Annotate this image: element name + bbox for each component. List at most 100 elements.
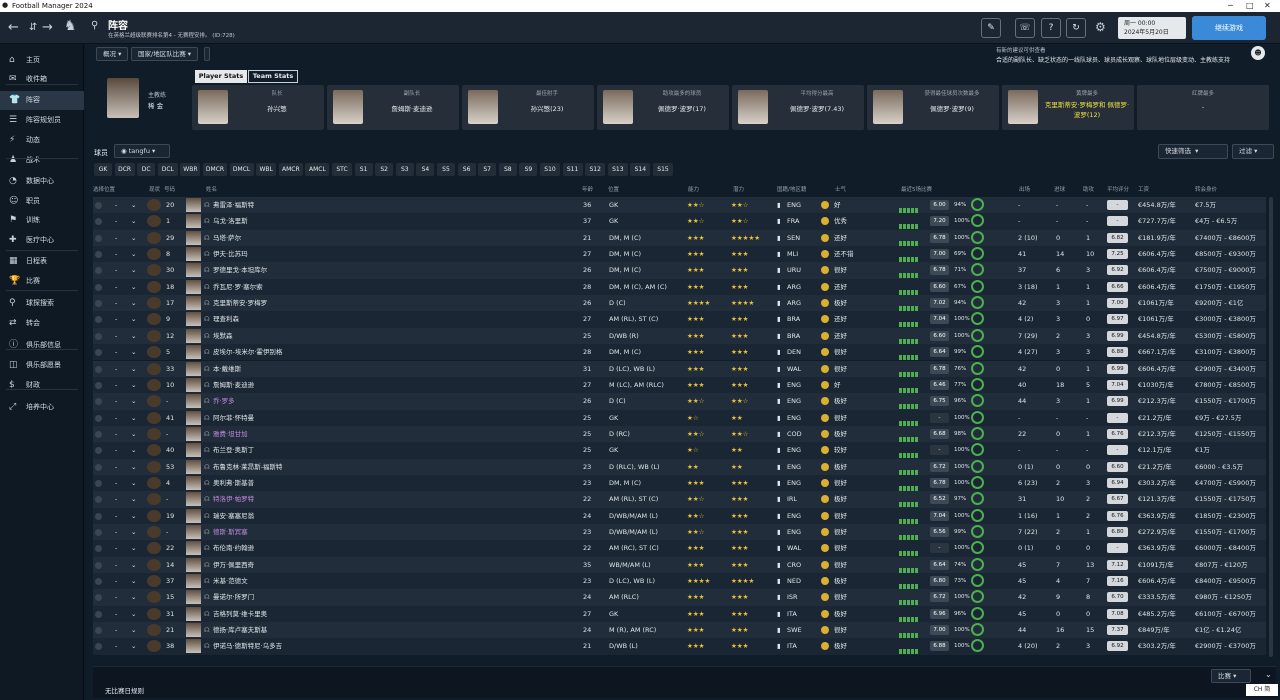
col-assists[interactable]: 助攻 [1083, 185, 1094, 193]
player-name[interactable]: 德扬·库卢塞夫斯基 [213, 622, 267, 638]
position-button-s11[interactable]: S11 [562, 163, 583, 176]
select-radio[interactable] [95, 496, 102, 504]
table-row[interactable]: - ⌄ 8 ☊ 伊夫·比苏玛 27 DM, M (C) ★★★ ★★★ ▮ MLI 还不错 7.00 69… [93, 246, 1266, 263]
table-row[interactable]: - ⌄ 40 ☊ 布兰登·奥斯丁 25 GK ★☆ ★★ ▮ ENG 较好 -100% - - - - €12.1… [93, 442, 1266, 459]
position-button-s9[interactable]: S9 [519, 163, 538, 176]
tab-team-stats[interactable]: Team Stats [248, 70, 298, 83]
position-button-s8[interactable]: S8 [498, 163, 517, 176]
minimize-icon[interactable]: ─ [1228, 1, 1233, 10]
filter-dropdown[interactable]: 过滤 ▾ [1232, 144, 1274, 159]
position-button-s3[interactable]: S3 [395, 163, 414, 176]
stat-card[interactable]: 助攻最多的球员 佩德罗·波罗(17) [597, 85, 729, 130]
stat-card[interactable]: 红牌最多 - [1137, 85, 1269, 130]
chevron-down-icon[interactable]: ⌄ [1265, 670, 1272, 679]
position-button-s12[interactable]: S12 [585, 163, 606, 176]
match-dropdown[interactable]: 比赛 ▾ [1211, 669, 1251, 683]
table-row[interactable]: - ⌄ 29 ☊ 马塔·萨尔 21 DM, M (C) ★★★ ★★★★★ ▮ SEN 还好 6.78 1… [93, 229, 1266, 247]
select-radio[interactable] [95, 578, 102, 586]
table-row[interactable]: - ⌄ 53 ☊ 布鲁克林·莱昂斯-福斯特 23 D (RLC), WB (L) ★★ ★★ ▮ E… [93, 458, 1266, 475]
chevron-down-icon[interactable]: ⌄ [131, 589, 136, 605]
col-age[interactable]: 年龄 [582, 185, 593, 193]
player-name[interactable]: 皮埃尔-埃米尔·霍伊别格 [213, 344, 282, 360]
select-radio[interactable] [95, 365, 102, 373]
table-row[interactable]: - ⌄ 33 ☊ 本·戴维斯 31 D (LC), WB (L) ★★★ ★★★ ▮ WAL 很好 6.… [93, 360, 1266, 377]
table-row[interactable]: - ⌄ 20 ☊ 弗雷泽·福斯特 36 GK ★★☆ ★★☆ ▮ ENG 好 6.00 94% - - - - €4… [93, 197, 1266, 214]
sidebar-item-1[interactable]: ✉ 收件箱 [0, 70, 84, 89]
continue-button[interactable]: 继续游戏 [1192, 16, 1266, 40]
col-morale[interactable]: 士气 [835, 185, 846, 193]
chevron-down-icon[interactable]: ⌄ [131, 524, 136, 540]
col-pa[interactable]: 潜力 [733, 185, 744, 193]
player-name[interactable]: 弗雷泽·福斯特 [213, 197, 254, 213]
table-row[interactable]: - ⌄ 1 ☊ 乌戈·洛里斯 37 GK ★★☆ ★★☆ ▮ FRA 优秀 7.20 100% - - - - €7… [93, 213, 1266, 230]
table-row[interactable]: - ⌄ - ☊ 德斯·斯宾塞 23 D/WB/M/AM (L) ★★☆ ★★★ ▮ ENG 很好 6.5… [93, 524, 1266, 541]
player-name[interactable]: 克里斯蒂安·罗梅罗 [213, 295, 267, 311]
stat-card[interactable]: 最佳射手 孙兴慜(23) [462, 85, 594, 130]
select-radio[interactable] [95, 414, 102, 422]
chevron-down-icon[interactable]: ⌄ [131, 262, 136, 278]
chevron-down-icon[interactable]: ⌄ [131, 573, 136, 589]
player-name[interactable]: 伊夫·比苏玛 [213, 246, 248, 262]
table-row[interactable]: - ⌄ 17 ☊ 克里斯蒂安·罗梅罗 26 D (C) ★★★★ ★★★★ ▮ ARG 极好 7.02 9… [93, 295, 1266, 312]
position-button-s6[interactable]: S6 [457, 163, 476, 176]
player-name[interactable]: 乌戈·洛里斯 [213, 213, 248, 229]
chevron-down-icon[interactable]: ⌄ [131, 622, 136, 638]
sidebar-item-16[interactable]: $ 财政 [0, 376, 84, 395]
chevron-down-icon[interactable]: ⌄ [131, 508, 136, 524]
player-name[interactable]: 阿尔菲·怀特曼 [213, 410, 254, 426]
select-radio[interactable] [95, 529, 102, 536]
table-scrollbar[interactable] [1269, 197, 1273, 657]
ime-indicator[interactable]: CH 简 [1246, 684, 1278, 696]
table-row[interactable]: - ⌄ 21 ☊ 德扬·库卢塞夫斯基 24 M (R), AM (RC) ★★★ ★★★ ▮ SWE… [93, 622, 1266, 639]
chevron-down-icon[interactable]: ⌄ [131, 638, 136, 654]
chevron-down-icon[interactable]: ⌄ [131, 459, 136, 475]
select-radio[interactable] [95, 447, 102, 455]
sidebar-item-12[interactable]: ⚲ 球探搜索 [0, 294, 84, 313]
position-button-s4[interactable]: S4 [416, 163, 435, 176]
chevron-down-icon[interactable]: ⌄ [131, 328, 136, 344]
select-radio[interactable] [95, 202, 102, 209]
position-button-dmcl[interactable]: DMCL [229, 163, 254, 176]
sidebar-item-2[interactable]: 👕 阵容 [0, 91, 84, 110]
table-row[interactable]: - ⌄ 19 ☊ 瑞安·塞塞尼翁 24 D/WB/M/AM (L) ★★☆ ★★★ ▮ ENG 很好 7… [93, 507, 1266, 524]
table-row[interactable]: - ⌄ 22 ☊ 布伦南·约翰逊 22 AM (RC), ST (C) ★★★ ★★★ ▮ WAL 很… [93, 540, 1266, 557]
history-icon[interactable]: ⇵ [29, 22, 37, 33]
sidebar-item-13[interactable]: ⇄ 转会 [0, 314, 84, 333]
sidebar-item-5[interactable]: ♟ 战术 [0, 151, 84, 170]
club-crest-icon[interactable]: ♞ [64, 18, 77, 34]
player-name[interactable]: 吉格列莫·维卡里奥 [213, 606, 267, 622]
sidebar-item-0[interactable]: ⌂ 主页 [0, 51, 84, 70]
table-row[interactable]: - ⌄ 4 ☊ 奥利弗·斯基普 23 DM, M (C) ★★★ ★★★ ▮ ENG 很好 6.78 10… [93, 474, 1266, 492]
table-row[interactable]: - ⌄ 41 ☊ 阿尔菲·怀特曼 25 GK ★☆ ★★ ▮ ENG 很好 -100% - - - - €21.2… [93, 409, 1266, 426]
position-button-s14[interactable]: S14 [630, 163, 651, 176]
position-button-dmcr[interactable]: DMCR [203, 163, 227, 176]
sidebar-item-15[interactable]: ◫ 俱乐部愿景 [0, 356, 84, 375]
close-icon[interactable]: ✕ [1264, 1, 1271, 10]
sidebar-item-3[interactable]: ☰ 阵容规划员 [0, 111, 84, 130]
player-name[interactable]: 布鲁克林·莱昂斯-福斯特 [213, 459, 282, 475]
chevron-down-icon[interactable]: ⌄ [131, 426, 136, 442]
notice-text[interactable]: 合适的副队长、缺乏状态的一线队球员、球员成长观察、球队地位层级变动、主教练支持 [996, 55, 1244, 64]
select-radio[interactable] [95, 283, 102, 291]
position-button-s1[interactable]: S1 [354, 163, 373, 176]
select-radio[interactable] [95, 627, 102, 635]
player-name[interactable]: 布伦南·约翰逊 [213, 540, 254, 556]
player-name[interactable]: 布兰登·奥斯丁 [213, 442, 254, 458]
col-nat[interactable]: 国籍/地区籍 [777, 185, 806, 193]
stat-card[interactable]: 副队长 詹姆斯·麦迪逊 [327, 85, 459, 130]
position-button-wbr[interactable]: WBR [180, 163, 201, 176]
stat-card[interactable]: 获得最佳球员次数最多 佩德罗·波罗(9) [867, 85, 999, 130]
chevron-down-icon[interactable]: ⌄ [131, 475, 136, 491]
position-button-stc[interactable]: STC [332, 163, 352, 176]
national-dropdown[interactable]: 国家/地区队比赛 ▾ [131, 47, 199, 61]
select-radio[interactable] [95, 463, 102, 471]
player-name[interactable]: 德斯·斯宾塞 [213, 524, 248, 540]
player-name[interactable]: 特洛伊·帕罗特 [213, 491, 254, 507]
table-row[interactable]: - ⌄ 37 ☊ 米基·范德文 23 D (LC), WB (L) ★★★★ ★★★★ ▮ NED 极… [93, 573, 1266, 590]
select-radio[interactable] [95, 349, 102, 357]
player-name[interactable]: 奥利弗·斯基普 [213, 475, 254, 491]
select-radio[interactable] [95, 561, 102, 569]
refresh-icon[interactable]: ↻ [1066, 18, 1086, 38]
col-num[interactable]: 号码 [164, 185, 175, 193]
table-row[interactable]: - ⌄ 18 ☊ 乔瓦尼·罗·塞尔索 28 DM, M (C), AM (C) ★★★ ★★★ ▮… [93, 278, 1266, 296]
